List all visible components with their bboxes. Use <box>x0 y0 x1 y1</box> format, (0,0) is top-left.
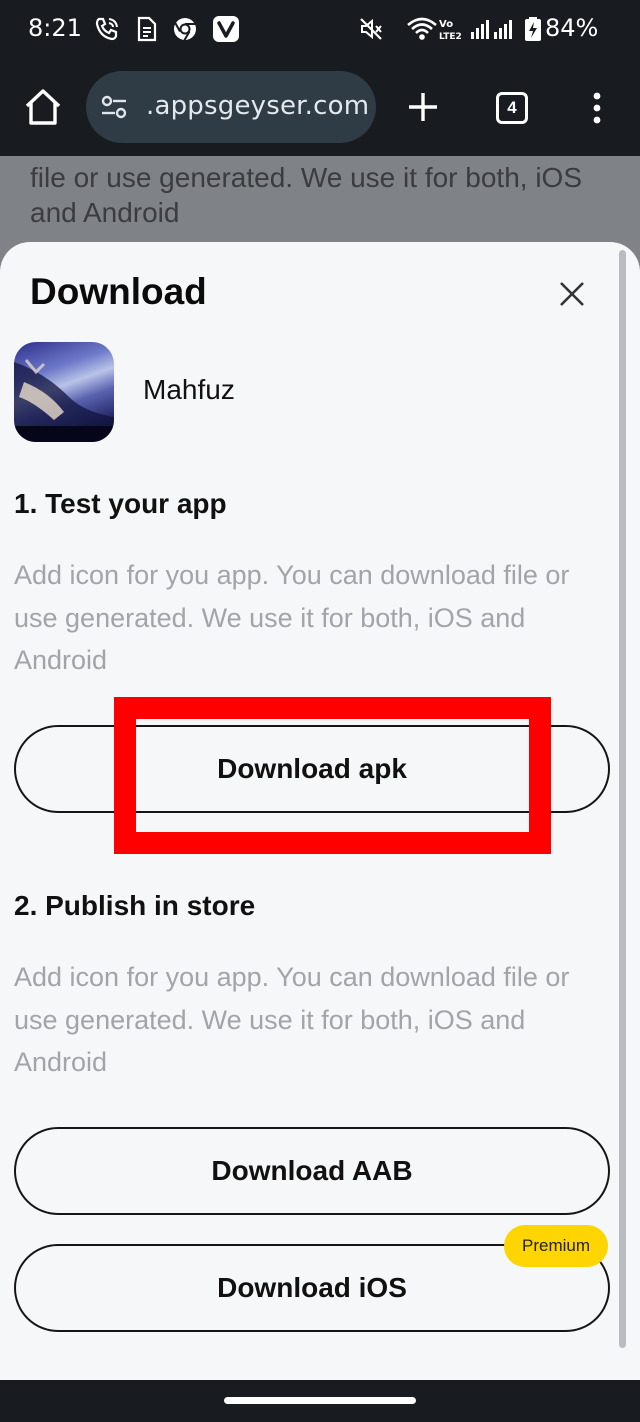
home-icon[interactable] <box>22 86 64 128</box>
wifi-calling-icon <box>95 17 118 41</box>
highlight-annotation <box>114 697 551 854</box>
section-publish-title: 2. Publish in store <box>14 890 256 921</box>
sheet-scrollbar[interactable] <box>619 250 626 1348</box>
section-publish-description: Add icon for you app. You can download f… <box>14 962 570 1077</box>
wifi-icon <box>407 17 437 40</box>
tab-switcher-button[interactable]: 4 <box>496 92 528 124</box>
volte-icon: Vo LTE2 <box>439 19 462 42</box>
svg-text:Vo: Vo <box>439 19 453 30</box>
status-time: 8:21 <box>28 14 82 42</box>
battery-charging-icon <box>525 17 541 41</box>
premium-badge: Premium <box>504 1225 608 1267</box>
browser-toolbar: .appsgeyser.com 4 <box>0 58 640 156</box>
url-bar[interactable]: .appsgeyser.com <box>86 71 376 143</box>
download-aab-button[interactable]: Download AAB <box>14 1127 610 1215</box>
background-page-text: file or use generated. We use it for bot… <box>30 162 583 228</box>
signal-icon <box>471 20 512 39</box>
svg-text:LTE2: LTE2 <box>439 32 462 42</box>
section-test-title: 1. Test your app <box>14 488 227 519</box>
status-bar: 8:21 Vo LTE2 84% <box>0 0 640 58</box>
new-tab-icon[interactable] <box>406 90 440 124</box>
mute-icon <box>360 18 382 40</box>
vivaldi-icon <box>213 16 239 42</box>
site-settings-icon[interactable] <box>100 93 128 121</box>
app-name: Mahfuz <box>143 374 235 405</box>
gesture-handle[interactable] <box>224 1397 416 1404</box>
section-test-description: Add icon for you app. You can download f… <box>14 560 570 675</box>
app-icon <box>14 342 114 442</box>
more-menu-icon[interactable] <box>590 92 604 124</box>
close-icon[interactable] <box>556 278 588 310</box>
url-text[interactable]: .appsgeyser.com <box>146 91 369 121</box>
sheet-title: Download <box>30 271 207 312</box>
document-icon <box>137 16 157 42</box>
battery-percent: 84% <box>545 14 599 42</box>
navigation-bar <box>0 1380 640 1422</box>
chrome-icon <box>174 18 196 41</box>
